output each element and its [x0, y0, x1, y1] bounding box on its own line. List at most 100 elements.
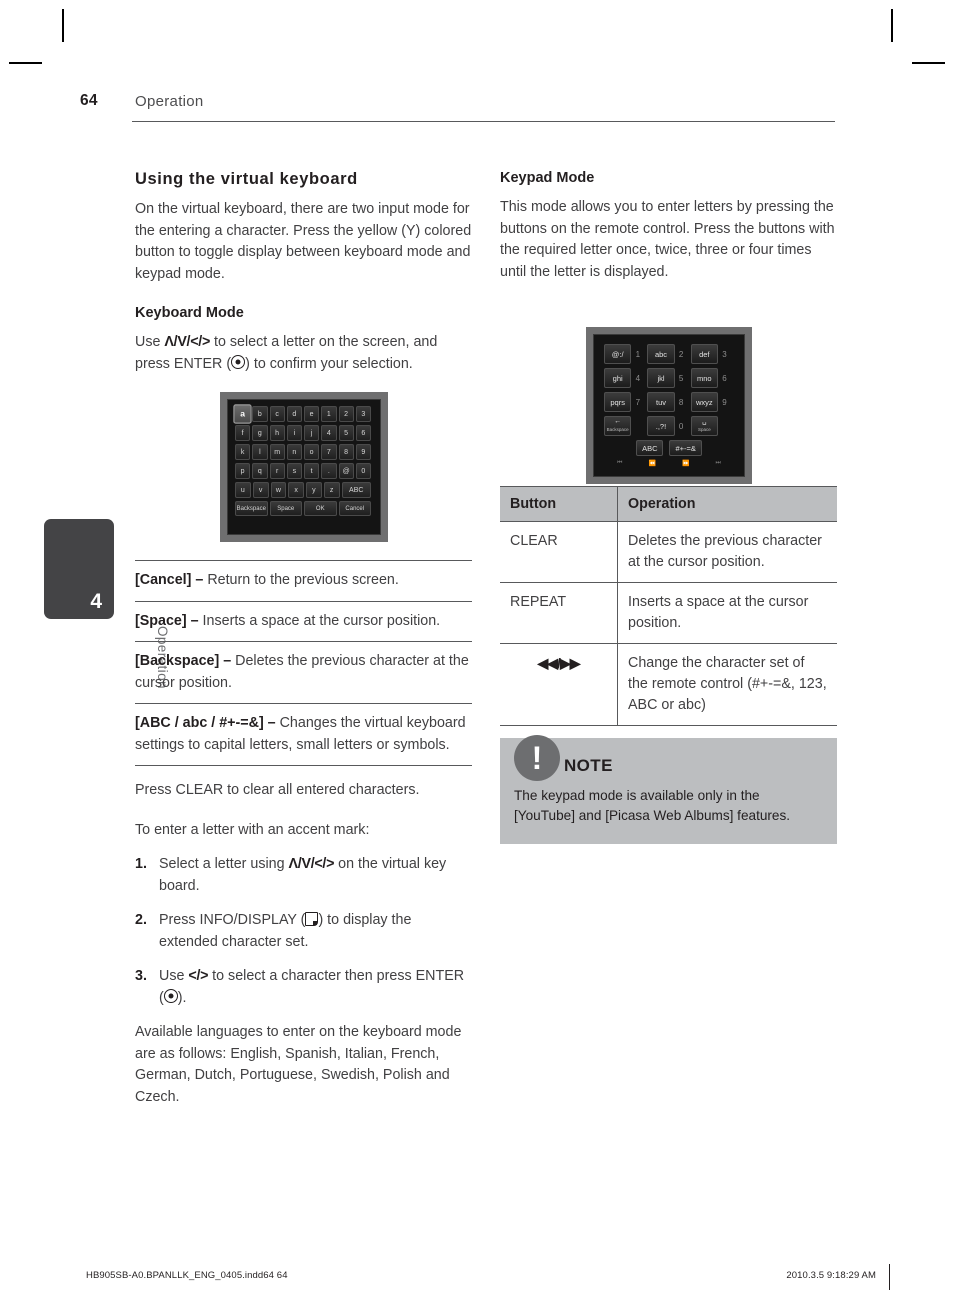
keypad-row: pqrs 7 tuv 8 wxyz 9 [604, 392, 734, 412]
keypad-charset-button-x[interactable]: #+-=& [669, 440, 702, 456]
keypad-key-label: tuv [655, 397, 666, 407]
chapter-tab: 4 [44, 519, 114, 619]
keypad-number-label: 4 [635, 373, 641, 383]
keypad-key-jkl[interactable]: jkl [647, 368, 675, 388]
footer-divider [889, 1264, 890, 1290]
virtual-keyboard-key-q[interactable]: q [252, 463, 268, 479]
virtual-keyboard-key-z[interactable]: z [323, 482, 340, 498]
fast-forward-icon: ⏩ [682, 461, 690, 467]
key-definition-term: [Backspace] – [135, 653, 236, 669]
keypad-mode-heading: Keypad Mode [500, 170, 595, 186]
virtual-keyboard-key-f[interactable]: f [235, 425, 251, 441]
keypad-cell: def 3 [690, 344, 731, 364]
virtual-keyboard-key-4[interactable]: 4 [321, 425, 337, 441]
accent-steps-list: 1. Select a letter using Λ/V/</> on the v… [135, 854, 472, 1009]
keypad-key-pqrs[interactable]: pqrs [604, 392, 632, 412]
virtual-keyboard-key-abc[interactable]: ABC [341, 482, 371, 498]
virtual-keyboard-key-5[interactable]: 5 [338, 425, 354, 441]
virtual-keyboard-key-7[interactable]: 7 [321, 444, 337, 460]
virtual-keyboard-row: Backspace Space OK Cancel [235, 501, 373, 516]
keypad-key-label: wxyz [695, 397, 713, 407]
note-exclamation-icon: ! [514, 735, 560, 781]
virtual-keyboard-key-x[interactable]: x [288, 482, 304, 498]
table-row: ◀◀/▶▶ Change the character set of the rem… [500, 643, 837, 726]
virtual-keyboard-key-[interactable]: @ [338, 463, 354, 479]
keypad-cell: tuv 8 [647, 392, 687, 412]
virtual-keyboard-row: p q r s t. @0 [235, 463, 373, 479]
keypad-key-tuv[interactable]: tuv [647, 392, 675, 412]
virtual-keyboard-key-u[interactable]: u [235, 482, 251, 498]
keypad-key-x[interactable]: @:/ [604, 344, 632, 364]
virtual-keyboard-key-8[interactable]: 8 [338, 444, 354, 460]
step-1-pre: Select a letter using [159, 856, 289, 872]
virtual-keyboard-key-p[interactable]: p [235, 463, 251, 479]
keypad-key-label: ghi [612, 373, 623, 383]
virtual-keyboard-key-cancel[interactable]: Cancel [338, 501, 371, 516]
keypad-key-x[interactable]: .,?! [647, 416, 675, 436]
virtual-keyboard-key-backspace[interactable]: Backspace [235, 501, 268, 516]
keypad-key-wxyz[interactable]: wxyz [690, 392, 718, 412]
virtual-keyboard-key-l[interactable]: l [252, 444, 268, 460]
virtual-keyboard-key-space[interactable]: Space [269, 501, 302, 516]
table-cell-button: REPEAT [500, 582, 618, 644]
keypad-mode-intro: This mode allows you to enter letters by… [500, 199, 835, 280]
virtual-keyboard-key-a[interactable]: a [233, 404, 252, 424]
virtual-keyboard-key-d[interactable]: d [286, 406, 302, 422]
keypad-key-x[interactable]: ␣ Space [690, 416, 718, 436]
keypad-cell: jkl 5 [647, 368, 687, 388]
note-title: NOTE [564, 756, 613, 775]
keypad-charset-button-abc[interactable]: ABC [636, 440, 664, 456]
table-header-operation: Operation [617, 486, 837, 522]
footer-filename: HB905SB-A0.BPANLLK_ENG_0405.indd64 64 [86, 1270, 288, 1281]
keypad-number-label: 3 [722, 349, 727, 359]
header-section-title: Operation [135, 93, 204, 110]
keypad-key-def[interactable]: def [690, 344, 718, 364]
virtual-keyboard-key-i[interactable]: i [286, 425, 302, 441]
button-operation-table: Button Operation CLEAR Deletes the previo… [500, 486, 837, 726]
rewind-icon: ⏪ [648, 461, 656, 467]
virtual-keyboard-key-y[interactable]: y [306, 482, 322, 498]
virtual-keyboard-key-r[interactable]: r [269, 463, 285, 479]
step-3-number: 3. [135, 968, 147, 984]
skip-next-icon: ⏭ [715, 460, 721, 466]
virtual-keyboard-row: u v w x y z ABC [235, 482, 373, 498]
virtual-keyboard-key-9[interactable]: 9 [355, 444, 371, 460]
crop-mark-top-left-horizontal [9, 62, 42, 64]
virtual-keyboard-key-v[interactable]: v [252, 482, 269, 498]
keypad-screenshot: @:/ 1 abc 2 def 3 ghi 4 jkl 5 mno 6 pqrs 7 tuv 8 wxyz 9 ← B… [586, 327, 752, 484]
virtual-keyboard-key-j[interactable]: j [304, 425, 320, 441]
virtual-keyboard-key-h[interactable]: h [269, 425, 285, 441]
virtual-keyboard-key-c[interactable]: c [269, 406, 285, 422]
virtual-keyboard-key-0[interactable]: 0 [355, 463, 371, 479]
virtual-keyboard-key-e[interactable]: e [304, 406, 320, 422]
virtual-keyboard-key-o[interactable]: o [304, 444, 320, 460]
skip-previous-icon: ⏮ [617, 460, 623, 466]
table-cell-operation: Change the character set of the remote c… [617, 643, 837, 726]
virtual-keyboard-key-g[interactable]: g [252, 425, 268, 441]
virtual-keyboard-key-6[interactable]: 6 [355, 425, 371, 441]
virtual-keyboard-key-k[interactable]: k [235, 444, 251, 460]
virtual-keyboard-key-n[interactable]: n [286, 444, 302, 460]
virtual-keyboard-key-ok[interactable]: OK [304, 501, 337, 516]
virtual-keyboard-key-b[interactable]: b [252, 406, 268, 422]
keypad-key-ghi[interactable]: ghi [604, 368, 632, 388]
keypad-number-label: 1 [635, 349, 641, 359]
virtual-keyboard-key-t[interactable]: t [304, 463, 320, 479]
keypad-key-x[interactable]: ← Backspace [604, 416, 632, 436]
virtual-keyboard-key-1[interactable]: 1 [321, 406, 337, 422]
step-3-pre: Use [159, 968, 189, 984]
keypad-key-mno[interactable]: mno [690, 368, 718, 388]
virtual-keyboard-key-3[interactable]: 3 [355, 406, 371, 422]
virtual-keyboard-key-[interactable]: . [321, 463, 337, 479]
keypad-cell: ghi 4 [604, 368, 644, 388]
virtual-keyboard-key-m[interactable]: m [269, 444, 285, 460]
virtual-keyboard-key-2[interactable]: 2 [338, 406, 354, 422]
keyboard-mode-text-1: Use [135, 334, 165, 350]
key-definition-item: [Cancel] – Return to the previous screen… [135, 560, 472, 602]
keyboard-mode-text-3: ) to confirm your selection. [245, 355, 413, 372]
keypad-number-label: 8 [678, 397, 684, 407]
keypad-key-abc[interactable]: abc [647, 344, 675, 364]
virtual-keyboard-key-s[interactable]: s [286, 463, 302, 479]
virtual-keyboard-key-w[interactable]: w [270, 482, 287, 498]
keypad-panel: @:/ 1 abc 2 def 3 ghi 4 jkl 5 mno 6 pqrs 7 tuv 8 wxyz 9 ← B… [593, 334, 745, 477]
